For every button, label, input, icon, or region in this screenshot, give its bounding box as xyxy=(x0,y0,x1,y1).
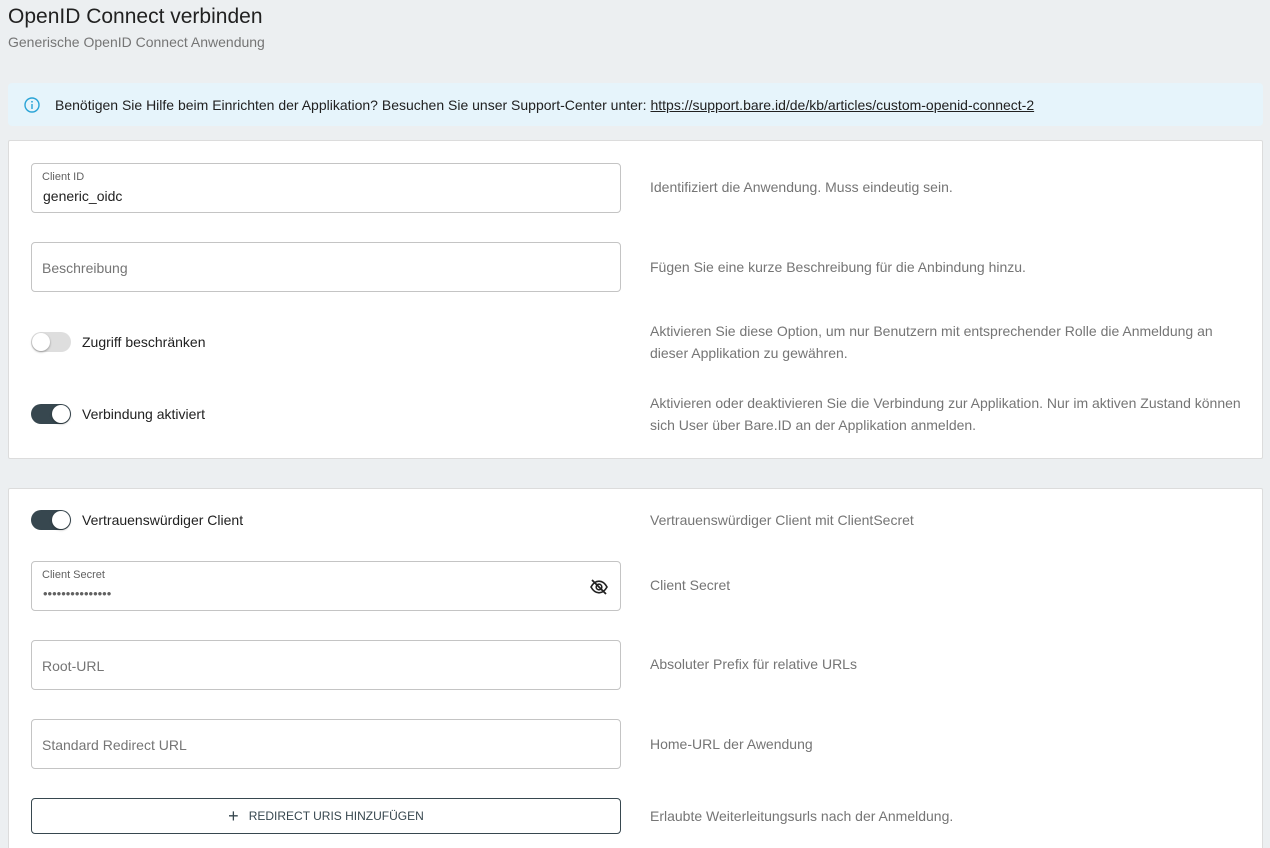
description-field[interactable]: Beschreibung xyxy=(31,242,621,292)
info-icon xyxy=(24,96,40,113)
redirect-url-placeholder: Standard Redirect URL xyxy=(42,737,187,753)
toggle-knob xyxy=(52,405,70,423)
restrict-access-row: Zugriff beschränken xyxy=(31,332,205,352)
client-id-value[interactable]: generic_oidc xyxy=(43,188,122,204)
client-id-help: Identifiziert die Anwendung. Muss eindeu… xyxy=(650,179,953,195)
toggle-knob xyxy=(52,511,70,529)
support-link[interactable]: https://support.bare.id/de/kb/articles/c… xyxy=(650,97,1034,113)
connection-active-help: Aktivieren oder deaktivieren Sie die Ver… xyxy=(650,395,1241,433)
client-id-label: Client ID xyxy=(42,171,85,183)
root-url-field[interactable]: Root-URL xyxy=(31,640,621,690)
client-secret-value[interactable]: ••••••••••••••• xyxy=(43,586,111,601)
description-help: Fügen Sie eine kurze Beschreibung für di… xyxy=(650,259,1026,275)
add-redirect-uris-button[interactable]: + REDIRECT URIS HINZUFÜGEN xyxy=(31,798,621,834)
connection-active-row: Verbindung aktiviert xyxy=(31,404,205,424)
redirect-url-field[interactable]: Standard Redirect URL xyxy=(31,719,621,769)
client-secret-field[interactable]: Client Secret ••••••••••••••• xyxy=(31,561,621,611)
description-placeholder: Beschreibung xyxy=(42,260,128,276)
eye-off-icon[interactable] xyxy=(589,577,609,597)
add-redirect-uris-label: REDIRECT URIS HINZUFÜGEN xyxy=(248,809,424,823)
client-secret-label: Client Secret xyxy=(42,569,105,581)
trusted-client-toggle[interactable] xyxy=(31,510,71,530)
restrict-access-label: Zugriff beschränken xyxy=(82,334,206,350)
general-settings-card: Client ID generic_oidc Identifiziert die… xyxy=(8,140,1263,459)
root-url-help: Absoluter Prefix für relative URLs xyxy=(650,656,857,672)
help-banner-text: Benötigen Sie Hilfe beim Einrichten der … xyxy=(55,96,647,113)
restrict-access-toggle[interactable] xyxy=(31,332,71,352)
trusted-client-help: Vertrauenswürdiger Client mit ClientSecr… xyxy=(650,512,914,528)
redirect-url-help: Home-URL der Awendung xyxy=(650,736,813,752)
trusted-client-row: Vertrauenswürdiger Client xyxy=(31,510,243,530)
trusted-client-label: Vertrauenswürdiger Client xyxy=(82,512,244,528)
page-title: OpenID Connect verbinden xyxy=(8,5,263,28)
connection-active-label: Verbindung aktiviert xyxy=(82,406,205,422)
connection-active-toggle[interactable] xyxy=(31,404,71,424)
client-settings-card: Vertrauenswürdiger Client Vertrauenswürd… xyxy=(8,488,1263,848)
help-banner: Benötigen Sie Hilfe beim Einrichten der … xyxy=(8,83,1263,126)
client-secret-help: Client Secret xyxy=(650,577,731,593)
toggle-knob xyxy=(32,333,50,351)
plus-icon: + xyxy=(228,806,239,826)
restrict-access-help: Aktivieren Sie diese Option, um nur Benu… xyxy=(650,323,1213,361)
page-subtitle: Generische OpenID Connect Anwendung xyxy=(8,34,265,50)
redirect-uris-help: Erlaubte Weiterleitungsurls nach der Anm… xyxy=(650,808,954,824)
client-id-field[interactable]: Client ID generic_oidc xyxy=(31,163,621,213)
root-url-placeholder: Root-URL xyxy=(42,658,105,674)
